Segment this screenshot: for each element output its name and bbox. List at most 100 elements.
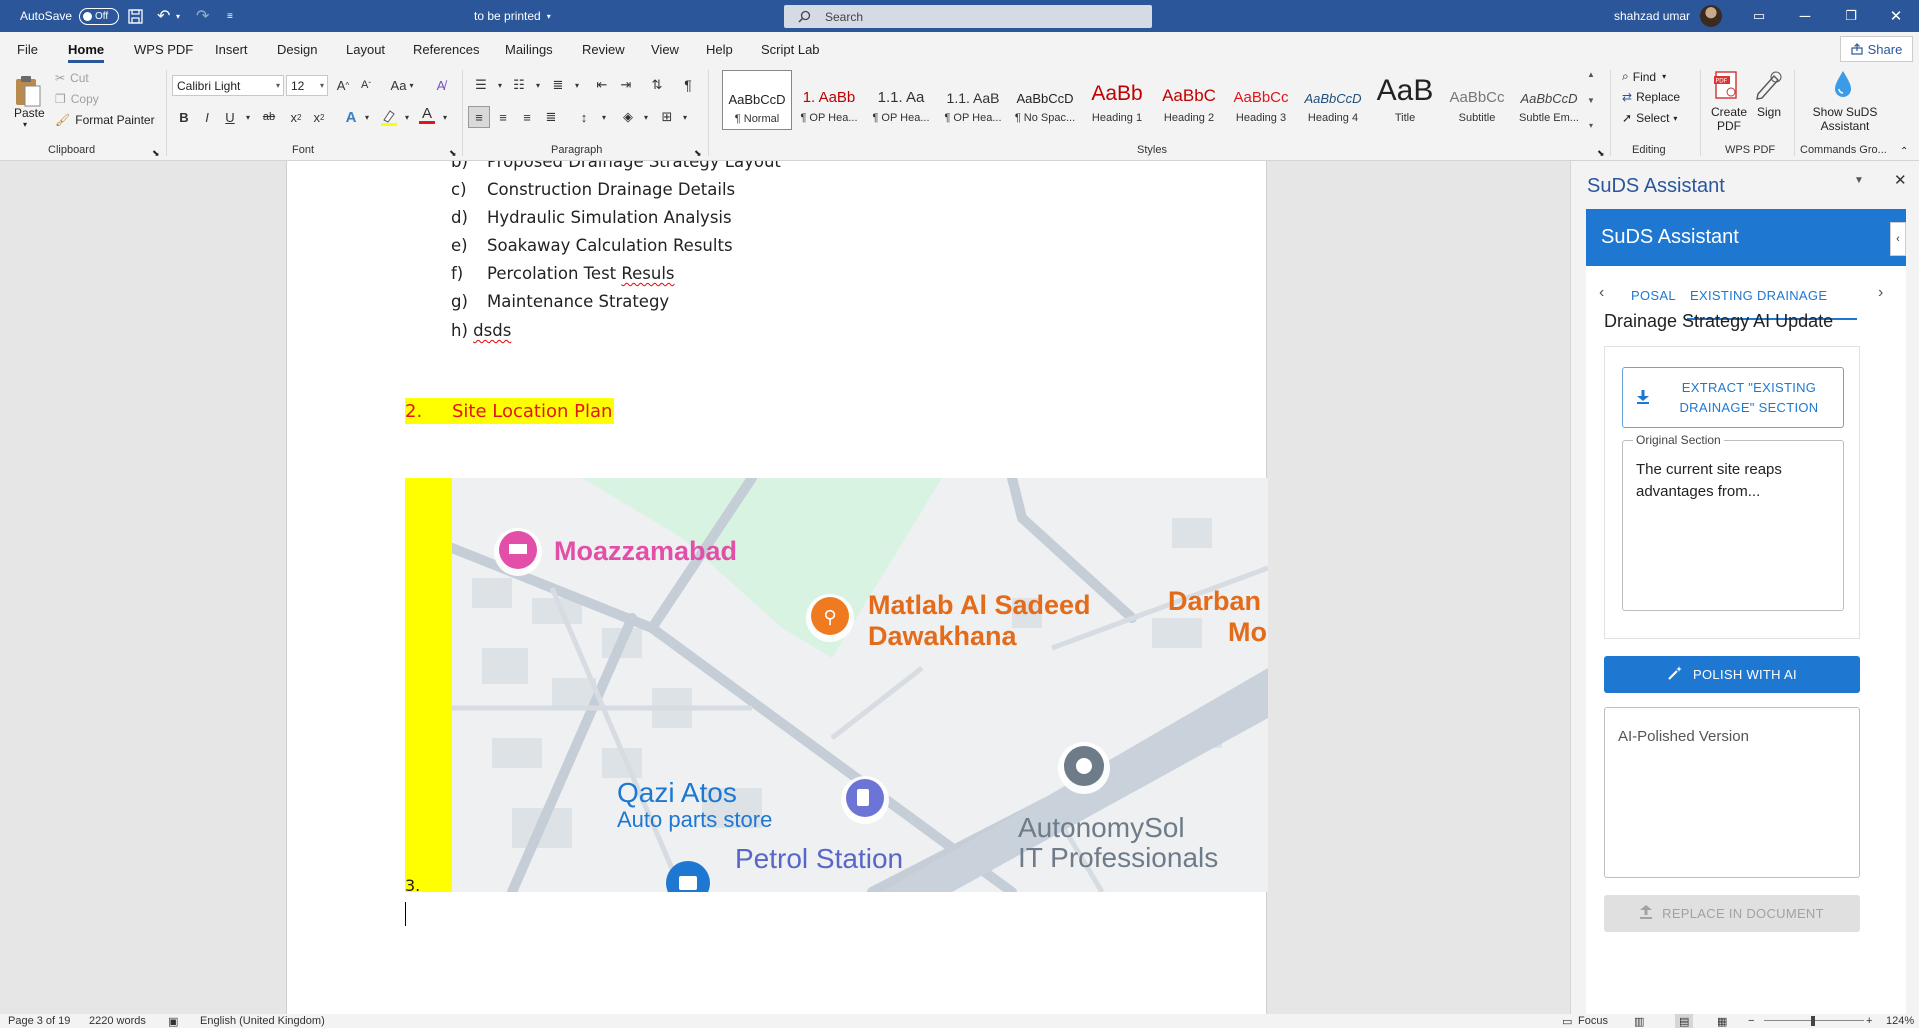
- focus-mode-button[interactable]: Focus: [1578, 1014, 1608, 1028]
- print-layout-icon[interactable]: ▤: [1675, 1014, 1694, 1028]
- align-center-icon[interactable]: ≡: [492, 106, 514, 128]
- minimize-icon[interactable]: ─: [1782, 0, 1828, 32]
- tab-home[interactable]: Home: [68, 32, 105, 66]
- tab-view[interactable]: View: [651, 32, 679, 66]
- line-spacing-dropdown-icon[interactable]: ▾: [593, 106, 615, 128]
- clipboard-launcher-icon[interactable]: ⬊: [152, 148, 160, 159]
- font-size-combo[interactable]: 12 ▾: [286, 75, 328, 96]
- borders-dropdown-icon[interactable]: ▾: [674, 106, 696, 128]
- save-icon[interactable]: [128, 0, 143, 32]
- undo-icon[interactable]: ↶: [157, 0, 170, 32]
- cut-button[interactable]: ✂ Cut: [55, 71, 89, 85]
- highlight-dropdown-icon[interactable]: ▾: [396, 106, 418, 128]
- style-op-heading-3[interactable]: 1.1. AaB ¶ OP Hea...: [938, 70, 1008, 130]
- redo-icon[interactable]: ↷: [196, 0, 209, 32]
- zoom-level[interactable]: 124%: [1886, 1014, 1914, 1028]
- style-subtitle[interactable]: AaBbCc Subtitle: [1442, 70, 1512, 130]
- search-box[interactable]: Search: [784, 5, 1152, 28]
- copy-button[interactable]: ❐ Copy: [55, 92, 99, 106]
- font-name-combo[interactable]: Calibri Light ▾: [172, 75, 284, 96]
- superscript-button[interactable]: x2: [308, 106, 330, 128]
- text-effects-dropdown-icon[interactable]: ▾: [356, 106, 378, 128]
- tab-review[interactable]: Review: [582, 32, 625, 66]
- tab-existing-drainage[interactable]: EXISTING DRAINAGE: [1690, 288, 1827, 303]
- extract-section-button[interactable]: EXTRACT "EXISTING DRAINAGE" SECTION: [1622, 367, 1844, 428]
- collapse-panel-button[interactable]: ‹: [1890, 222, 1906, 256]
- zoom-out-icon[interactable]: −: [1748, 1014, 1754, 1028]
- polish-with-ai-button[interactable]: POLISH WITH AI: [1604, 656, 1860, 693]
- tab-help[interactable]: Help: [706, 32, 733, 66]
- read-mode-icon[interactable]: ▥: [1634, 1014, 1644, 1028]
- style-no-spacing[interactable]: AaBbCcD ¶ No Spac...: [1010, 70, 1080, 130]
- avatar[interactable]: [1700, 5, 1722, 27]
- underline-dropdown-icon[interactable]: ▾: [237, 106, 259, 128]
- tab-insert[interactable]: Insert: [215, 32, 248, 66]
- misspelled-word[interactable]: dsds: [473, 321, 511, 340]
- tab-script-lab[interactable]: Script Lab: [761, 32, 820, 66]
- zoom-in-icon[interactable]: +: [1866, 1014, 1872, 1028]
- find-button[interactable]: ⌕ Find ▾: [1622, 69, 1666, 84]
- tab-design[interactable]: Design: [277, 32, 317, 66]
- site-location-map-image[interactable]: ⚲ Moazzamabad Matlab Al Sadeed Dawakhana …: [405, 478, 1268, 892]
- paste-dropdown-icon[interactable]: ▾: [23, 120, 27, 129]
- replace-in-document-button[interactable]: REPLACE IN DOCUMENT: [1604, 895, 1860, 932]
- undo-dropdown-icon[interactable]: ▾: [176, 0, 180, 32]
- increase-indent-icon[interactable]: ⇥: [615, 74, 637, 96]
- italic-button[interactable]: I: [196, 106, 218, 128]
- zoom-slider[interactable]: [1764, 1014, 1864, 1028]
- subscript-button[interactable]: x2: [285, 106, 307, 128]
- replace-button[interactable]: ⇄ Replace: [1622, 90, 1680, 104]
- styles-launcher-icon[interactable]: ⬊: [1597, 148, 1605, 159]
- style-op-heading-1[interactable]: 1. AaBb ¶ OP Hea...: [794, 70, 864, 130]
- sign-button[interactable]: Sign: [1757, 105, 1781, 119]
- tab-mailings[interactable]: Mailings: [505, 32, 553, 66]
- user-name[interactable]: shahzad umar: [1614, 0, 1690, 32]
- original-section-field[interactable]: Original Section The current site reaps …: [1622, 433, 1844, 611]
- format-painter-button[interactable]: 🖌 Format Painter: [55, 113, 155, 127]
- align-right-icon[interactable]: ≡: [516, 106, 538, 128]
- close-window-icon[interactable]: ✕: [1873, 0, 1919, 32]
- tab-wps-pdf[interactable]: WPS PDF: [134, 32, 193, 66]
- tabs-scroll-right-icon[interactable]: ›: [1878, 284, 1883, 302]
- water-drop-icon[interactable]: [1832, 68, 1856, 100]
- font-launcher-icon[interactable]: ⬊: [449, 148, 457, 159]
- web-layout-icon[interactable]: ▦: [1717, 1014, 1727, 1028]
- language-indicator[interactable]: English (United Kingdom): [200, 1014, 325, 1028]
- change-case-button[interactable]: Aa ▾: [385, 74, 419, 96]
- clear-formatting-icon[interactable]: A̸: [430, 74, 452, 96]
- multilevel-dropdown-icon[interactable]: ▾: [566, 74, 588, 96]
- paste-button[interactable]: Paste: [14, 106, 45, 120]
- tab-file[interactable]: File: [17, 32, 38, 66]
- close-icon[interactable]: ✕: [1894, 171, 1907, 189]
- grow-font-icon[interactable]: A ^: [332, 74, 354, 96]
- word-count[interactable]: 2220 words: [89, 1014, 146, 1028]
- select-button[interactable]: ➚ Select ▾: [1622, 111, 1677, 125]
- paste-icon[interactable]: [14, 72, 44, 110]
- justify-icon[interactable]: ≣: [540, 106, 562, 128]
- style-heading-2[interactable]: AaBbC Heading 2: [1154, 70, 1224, 130]
- strikethrough-button[interactable]: ab: [258, 106, 280, 128]
- style-heading-1[interactable]: AaBb Heading 1: [1082, 70, 1152, 130]
- restore-icon[interactable]: ❐: [1828, 0, 1874, 32]
- focus-icon[interactable]: ▭: [1562, 1014, 1572, 1028]
- paragraph-launcher-icon[interactable]: ⬊: [694, 148, 702, 159]
- shading-dropdown-icon[interactable]: ▾: [635, 106, 657, 128]
- create-pdf-button[interactable]: Create PDF: [1711, 105, 1747, 133]
- style-subtle-emphasis[interactable]: AaBbCcD Subtle Em...: [1514, 70, 1584, 130]
- line-spacing-icon[interactable]: ↕: [573, 106, 595, 128]
- document-title[interactable]: to be printed ▾: [474, 0, 551, 32]
- show-marks-icon[interactable]: ¶: [677, 74, 699, 96]
- zoom-slider-thumb[interactable]: [1811, 1016, 1815, 1026]
- shrink-font-icon[interactable]: Aˇ: [355, 74, 377, 96]
- ai-polished-textarea[interactable]: AI-Polished Version: [1604, 707, 1860, 878]
- style-op-heading-2[interactable]: 1.1. Aa ¶ OP Hea...: [866, 70, 936, 130]
- create-pdf-icon[interactable]: PDF: [1712, 70, 1742, 100]
- document-page[interactable]: b) Proposed Drainage Strategy Layout c) Co…: [286, 161, 1268, 1014]
- share-button[interactable]: Share: [1840, 36, 1913, 62]
- tab-proposal[interactable]: POSAL: [1631, 288, 1676, 303]
- tab-layout[interactable]: Layout: [346, 32, 385, 66]
- sort-icon[interactable]: ⇅: [646, 74, 668, 96]
- ribbon-display-icon[interactable]: ▭: [1736, 0, 1782, 32]
- proofing-icon[interactable]: ▣: [168, 1014, 178, 1028]
- align-left-icon[interactable]: ≡: [468, 106, 490, 128]
